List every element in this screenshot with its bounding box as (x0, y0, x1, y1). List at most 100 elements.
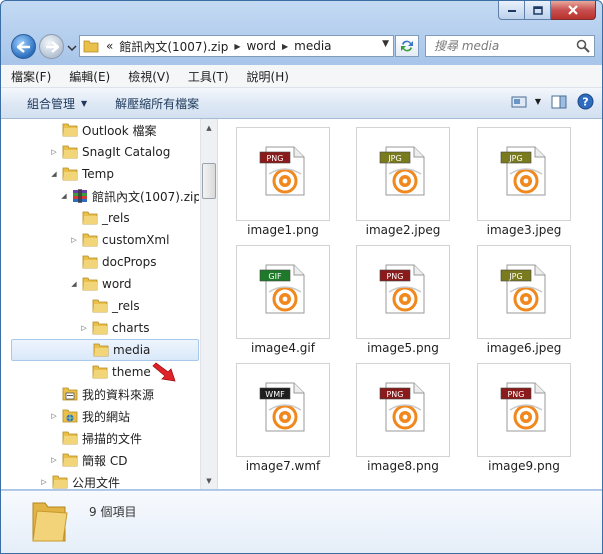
command-bar: 組合管理 ▼ 解壓縮所有檔案 ▼ ? (1, 88, 602, 119)
image-file-icon: PNG (500, 382, 546, 432)
address-segment-media[interactable]: media (291, 39, 334, 53)
folder-icon (83, 40, 99, 53)
file-badge: WMF (265, 390, 285, 399)
file-item[interactable]: GIF image4.gif (226, 237, 336, 355)
image-file-icon: JPG (500, 146, 546, 196)
address-segment-word[interactable]: word (243, 39, 279, 53)
recent-pages-dropdown-icon[interactable] (67, 43, 77, 53)
scroll-down-icon[interactable]: ▼ (202, 473, 216, 488)
tree-item-label: customXml (102, 233, 170, 247)
help-button[interactable]: ? (577, 93, 594, 110)
minimize-button[interactable] (498, 1, 525, 20)
extract-all-button[interactable]: 解壓縮所有檔案 (107, 95, 207, 112)
image-file-icon: PNG (379, 264, 425, 314)
file-item[interactable]: JPG image2.jpeg (346, 119, 456, 237)
explorer-window: « 館訊內文(1007).zip ▶ word ▶ media ▼ 檔案(F) … (0, 0, 603, 554)
search-input[interactable] (432, 38, 576, 54)
tree-item[interactable]: 我的資料來源 (11, 383, 199, 405)
file-thumbnail: PNG (356, 363, 450, 457)
menu-tools[interactable]: 工具(T) (178, 68, 237, 85)
collapse-arrow-icon[interactable]: ◢ (69, 279, 79, 289)
expand-arrow-icon[interactable]: ▷ (49, 411, 59, 421)
tree-item[interactable]: ▷ 我的網站 (11, 405, 199, 427)
scroll-up-icon[interactable]: ▲ (202, 120, 216, 135)
file-thumbnail: JPG (477, 127, 571, 221)
file-badge: PNG (507, 390, 524, 399)
tree-item[interactable]: Outlook 檔案 (11, 119, 199, 141)
address-segment-zip[interactable]: 館訊內文(1007).zip (116, 38, 231, 55)
collapse-arrow-icon[interactable]: ◢ (59, 191, 69, 201)
tree-item[interactable]: ▷ SnagIt Catalog (11, 141, 199, 163)
folder-icon (62, 123, 78, 137)
tree-item-label: _rels (102, 211, 130, 225)
folder-icon (92, 321, 108, 335)
file-item[interactable]: PNG image9.png (467, 355, 577, 473)
close-button[interactable] (551, 1, 596, 20)
nav-scrollbar[interactable]: ▲ ▼ (200, 119, 217, 489)
tree-item[interactable]: ▷ 公用文件 (11, 471, 199, 490)
folder-icon (62, 453, 78, 467)
file-thumbnail: PNG (356, 245, 450, 339)
tree-item[interactable]: _rels (11, 207, 199, 229)
image-file-icon: JPG (500, 264, 546, 314)
refresh-icon (401, 40, 413, 52)
preview-pane-button[interactable] (551, 95, 567, 109)
back-button[interactable] (11, 34, 36, 59)
file-badge: GIF (268, 272, 282, 281)
change-view-button[interactable]: ▼ (511, 95, 541, 109)
tree-item[interactable]: ◢ 館訊內文(1007).zip (11, 185, 199, 207)
file-item[interactable]: JPG image3.jpeg (467, 119, 577, 237)
address-dropdown-icon[interactable]: ▼ (382, 39, 389, 49)
website-folder-icon (62, 409, 78, 423)
file-item[interactable]: WMF image7.wmf (226, 355, 336, 473)
search-icon[interactable] (576, 39, 590, 53)
menu-help[interactable]: 說明(H) (237, 68, 297, 85)
file-name: image7.wmf (245, 459, 321, 473)
address-bar[interactable]: « 館訊內文(1007).zip ▶ word ▶ media ▼ (79, 35, 394, 57)
chevron-right-icon[interactable]: ▶ (279, 42, 291, 51)
file-item[interactable]: PNG image5.png (346, 237, 456, 355)
menu-view[interactable]: 檢視(V) (118, 68, 178, 85)
title-bar[interactable] (1, 1, 602, 31)
organize-button[interactable]: 組合管理 ▼ (19, 95, 95, 112)
expand-arrow-icon[interactable]: ▷ (49, 455, 59, 465)
collapse-arrow-icon[interactable]: ◢ (49, 169, 59, 179)
search-box[interactable] (425, 35, 595, 57)
folder-icon (82, 255, 98, 269)
chevron-down-icon[interactable]: ▼ (535, 97, 541, 106)
forward-button[interactable] (39, 34, 64, 59)
tree-item[interactable]: media (11, 339, 199, 361)
expand-arrow-icon[interactable]: ▷ (49, 147, 59, 157)
tree-item[interactable]: ▷ customXml (11, 229, 199, 251)
tree-item-label: theme (112, 365, 151, 379)
menu-file[interactable]: 檔案(F) (1, 68, 59, 85)
tree-item[interactable]: ◢ word (11, 273, 199, 295)
expand-arrow-icon[interactable]: ▷ (69, 235, 79, 245)
data-source-folder-icon (62, 387, 78, 401)
tree-item[interactable]: docProps (11, 251, 199, 273)
tree-item-label: 掃描的文件 (82, 431, 143, 446)
tree-item[interactable]: ▷ charts (11, 317, 199, 339)
maximize-button[interactable] (525, 1, 551, 20)
expand-arrow-icon[interactable]: ▷ (39, 477, 49, 487)
tree-item[interactable]: _rels (11, 295, 199, 317)
file-item[interactable]: PNG image1.png (226, 119, 336, 237)
tree-item[interactable]: 掃描的文件 (11, 427, 199, 449)
file-item[interactable]: JPG image6.jpeg (467, 237, 577, 355)
minimize-icon (507, 10, 516, 12)
scroll-thumb[interactable] (202, 163, 216, 199)
expand-arrow-icon[interactable]: ▷ (79, 323, 89, 333)
address-overflow[interactable]: « (103, 39, 116, 53)
refresh-button[interactable] (395, 35, 419, 57)
file-item[interactable]: PNG image8.png (346, 355, 456, 473)
tree-item[interactable]: ▷ 簡報 CD (11, 449, 199, 471)
tree-item[interactable]: ◢ Temp (11, 163, 199, 185)
menu-edit[interactable]: 編輯(E) (59, 68, 118, 85)
chevron-right-icon[interactable]: ▶ (231, 42, 243, 51)
folder-icon (62, 431, 78, 445)
details-pane: 9 個項目 (1, 490, 602, 553)
file-name: image3.jpeg (486, 223, 562, 237)
